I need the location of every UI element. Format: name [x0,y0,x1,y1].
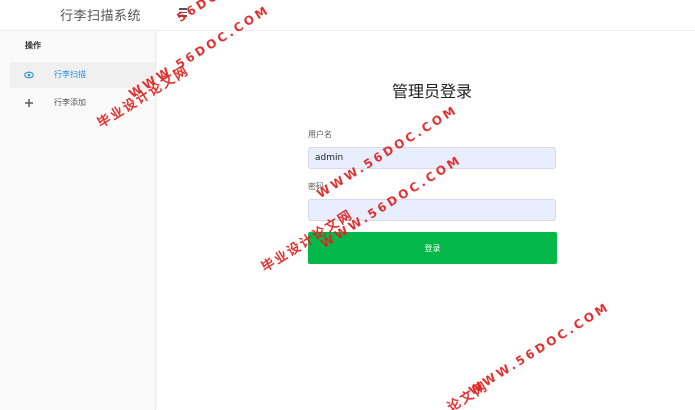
username-label: 用户名 [308,130,332,139]
sidebar-heading: 操作 [25,41,41,50]
app-root: 行李扫描系统 操作 行李扫描 行李添加 管理员登录 用户名 admin 密码 登… [0,0,695,410]
menu-toggle-icon[interactable] [177,6,189,20]
plus-icon [24,98,34,108]
sidebar: 操作 行李扫描 行李添加 [0,31,156,410]
sidebar-item-label: 行李添加 [54,98,86,107]
password-label: 密码 [308,182,324,191]
login-title: 管理员登录 [391,82,472,101]
sidebar-item-luggage-scan[interactable]: 行李扫描 [10,62,155,88]
login-button[interactable]: 登录 [308,232,557,264]
top-bar: 行李扫描系统 [0,0,695,31]
main-content: 管理员登录 用户名 密码 登录 [156,31,695,410]
username-input[interactable] [308,147,556,169]
password-input[interactable] [308,199,556,221]
eye-icon [24,70,34,80]
sidebar-item-label: 行李扫描 [54,70,86,79]
sidebar-item-luggage-add[interactable]: 行李添加 [10,90,155,116]
app-title: 行李扫描系统 [60,9,142,24]
